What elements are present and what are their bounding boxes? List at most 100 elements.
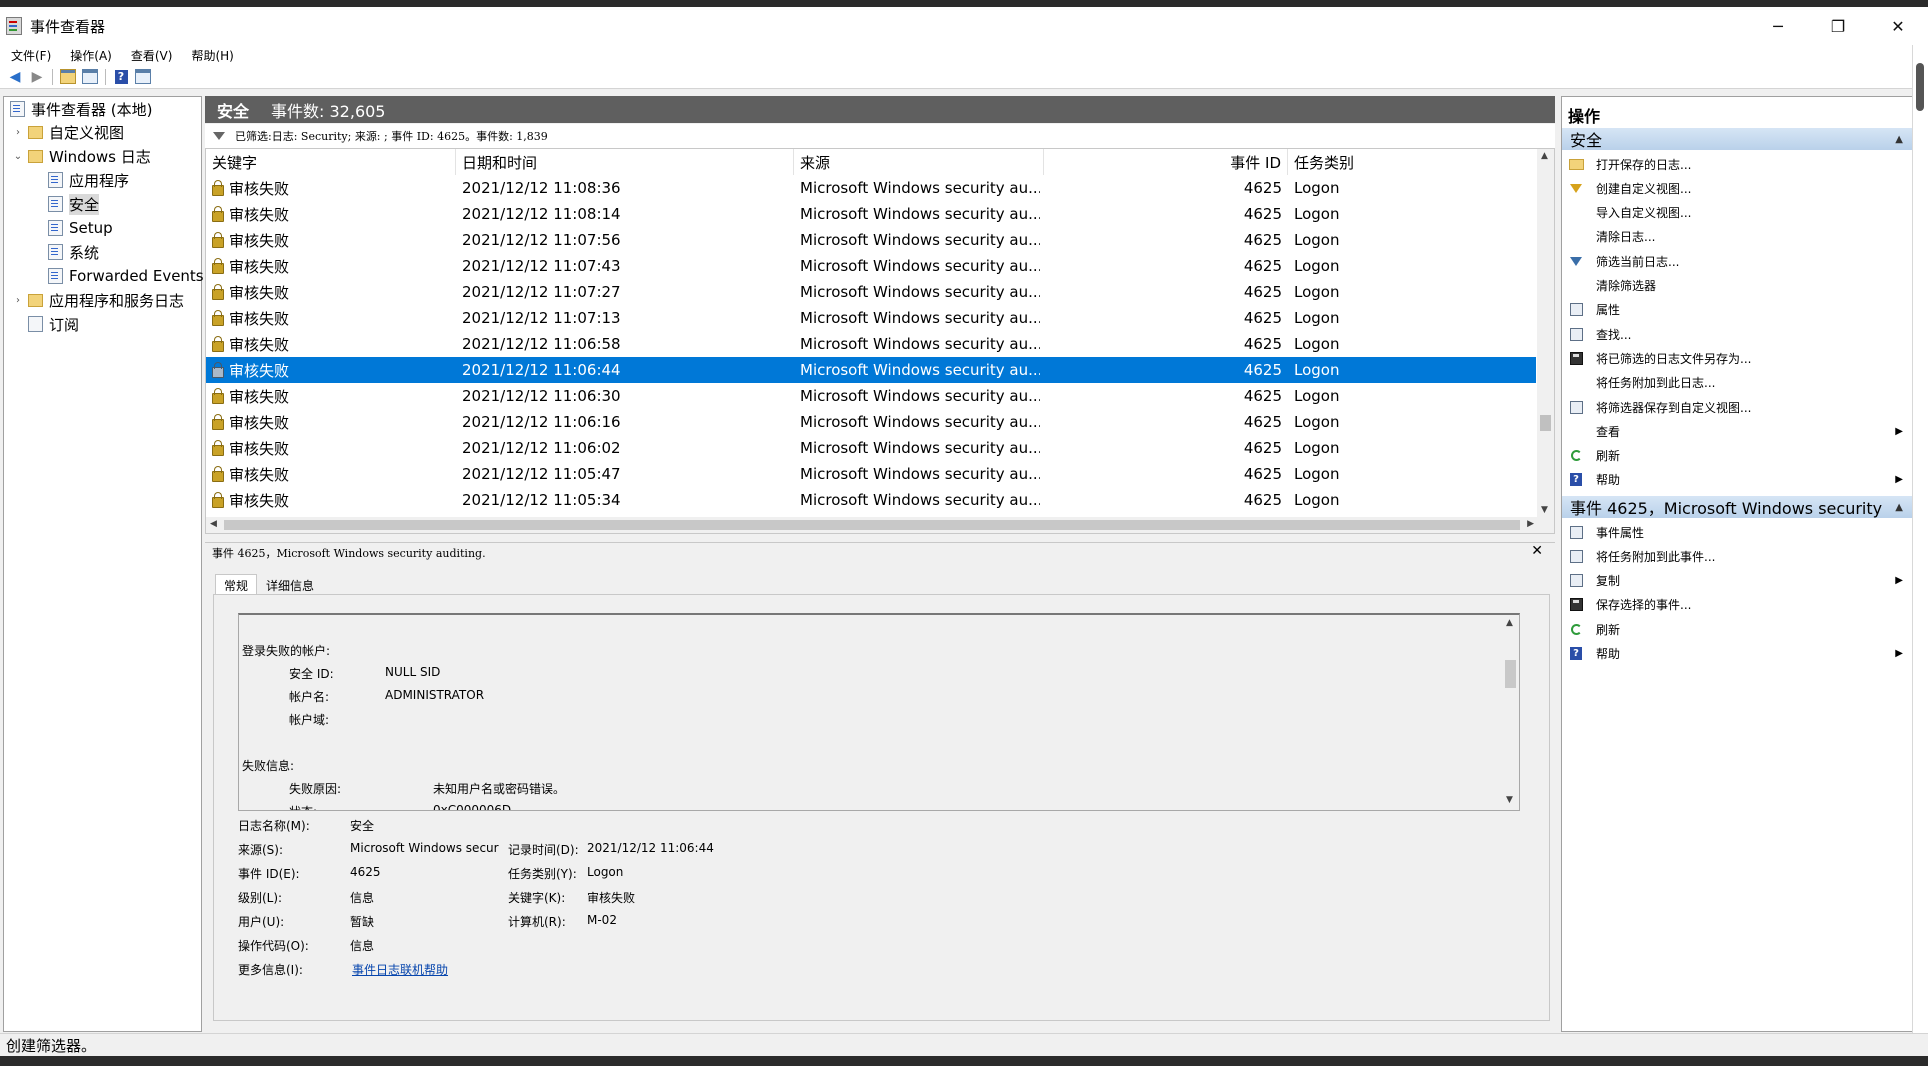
folder-icon [28,125,43,139]
action-item[interactable]: 查看 ▶ [1562,420,1913,442]
description-scrollbar[interactable]: ▲ ▼ [1502,615,1519,808]
scroll-thumb[interactable] [1916,63,1924,111]
action-label: 刷新 [1596,622,1621,637]
action-item[interactable]: ? 帮助 ▶ [1562,643,1913,665]
action-item[interactable]: 查找... [1562,323,1913,345]
expand-chevron-icon[interactable]: › [13,295,23,306]
action-item[interactable]: 将任务附加到此事件... [1562,545,1913,567]
minimize-button[interactable]: ─ [1748,7,1808,45]
tab-general[interactable]: 常规 [215,574,258,595]
cell-source: Microsoft Windows security au... [800,305,1040,331]
maximize-button[interactable]: ❐ [1808,7,1868,45]
tree-setup-log[interactable]: Setup [48,217,113,239]
action-item[interactable]: 创建自定义视图... [1562,177,1913,199]
close-detail-icon[interactable]: ✕ [1531,543,1543,559]
action-item[interactable]: 打开保存的日志... [1562,153,1913,175]
action-item[interactable]: 将已筛选的日志文件另存为... [1562,347,1913,369]
grid-vertical-scrollbar[interactable]: ▲ ▼ [1537,149,1554,517]
tree-system-log[interactable]: 系统 [48,241,99,263]
action-item[interactable]: 清除日志... [1562,226,1913,248]
column-header-source[interactable]: 来源 [794,149,1044,175]
scroll-thumb[interactable] [1505,660,1516,688]
action-item[interactable]: 事件属性 [1562,521,1913,543]
column-header-event-id[interactable]: 事件 ID [1044,149,1288,175]
scroll-right-arrow-icon[interactable]: ▶ [1527,519,1534,529]
action-item[interactable]: 将筛选器保存到自定义视图... [1562,396,1913,418]
table-row[interactable]: 审核失败 2021/12/12 11:05:47 Microsoft Windows… [206,461,1536,487]
tree-application-log[interactable]: 应用程序 [48,169,129,191]
tree-apps-services-logs[interactable]: 应用程序和服务日志 [28,289,184,311]
column-header-task-category[interactable]: 任务类别 [1288,149,1536,175]
action-label: 将任务附加到此事件... [1596,549,1716,564]
table-row[interactable]: 审核失败 2021/12/12 11:08:14 Microsoft Windows… [206,201,1536,227]
menu-help[interactable]: 帮助(H) [180,47,241,64]
action-item[interactable]: ? 帮助 ▶ [1562,469,1913,491]
back-arrow-icon[interactable]: ◀ [4,67,26,87]
outer-scrollbar[interactable] [1912,45,1928,1033]
actions-section-security[interactable]: 安全 ▲ [1562,128,1913,150]
table-row[interactable]: 审核失败 2021/12/12 11:08:36 Microsoft Windows… [206,175,1536,201]
column-header-keyword[interactable]: 关键字 [206,149,456,175]
column-header-datetime[interactable]: 日期和时间 [456,149,794,175]
actions-section-event[interactable]: 事件 4625，Microsoft Windows security au...… [1562,496,1913,518]
event-description-box[interactable]: 登录失败的帐户: 安全 ID: NULL SID 帐户名: ADMINISTRA… [238,613,1520,811]
expand-chevron-icon[interactable]: › [13,127,23,138]
scroll-left-arrow-icon[interactable]: ◀ [210,519,217,529]
scroll-down-arrow-icon[interactable]: ▼ [1506,795,1513,805]
table-row[interactable]: 审核失败 2021/12/12 11:07:56 Microsoft Windows… [206,227,1536,253]
opcode-value: 信息 [350,939,375,953]
table-row[interactable]: 审核失败 2021/12/12 11:07:27 Microsoft Windows… [206,279,1536,305]
help-icon[interactable]: ? [110,67,132,87]
table-row[interactable]: 审核失败 2021/12/12 11:07:13 Microsoft Windows… [206,305,1536,331]
tree-forwarded-events[interactable]: Forwarded Events [48,265,204,287]
online-help-link[interactable]: 事件日志联机帮助 [352,961,448,978]
show-hide-action-pane-icon[interactable] [132,67,154,87]
action-item[interactable]: 复制 ▶ [1562,570,1913,592]
action-item[interactable]: 清除筛选器 [1562,275,1913,297]
close-button[interactable]: ✕ [1868,7,1928,45]
tree-root[interactable]: 事件查看器 (本地) [10,98,152,120]
action-item[interactable]: 刷新 [1562,618,1913,640]
collapse-chevron-icon[interactable]: ⌄ [13,151,23,162]
table-row[interactable]: 审核失败 2021/12/12 11:06:16 Microsoft Windows… [206,409,1536,435]
table-row[interactable]: 审核失败 2021/12/12 11:06:58 Microsoft Windows… [206,331,1536,357]
scroll-up-arrow-icon[interactable]: ▲ [1506,618,1513,628]
detail-tabs: 常规 详细信息 [215,574,323,596]
action-item[interactable]: 刷新 [1562,445,1913,467]
tab-details[interactable]: 详细信息 [257,574,323,596]
action-item[interactable]: 保存选择的事件... [1562,594,1913,616]
menu-file[interactable]: 文件(F) [0,47,59,64]
show-hide-tree-icon[interactable] [79,67,101,87]
save-disk-icon [1568,350,1584,366]
scroll-down-arrow-icon[interactable]: ▼ [1541,505,1548,515]
scroll-thumb[interactable] [1540,415,1551,431]
table-row[interactable]: 审核失败 2021/12/12 11:06:02 Microsoft Windows… [206,435,1536,461]
event-viewer-icon [10,101,25,117]
action-item[interactable]: 筛选当前日志... [1562,250,1913,272]
cell-keyword: 审核失败 [212,461,452,487]
scroll-up-arrow-icon[interactable]: ▲ [1541,151,1548,161]
action-label: 创建自定义视图... [1596,181,1692,196]
collapse-caret-icon[interactable]: ▲ [1895,502,1903,513]
cell-task-category-text: Logon [1294,205,1340,223]
up-folder-icon[interactable] [57,67,79,87]
collapse-caret-icon[interactable]: ▲ [1895,134,1903,145]
grid-horizontal-scrollbar[interactable]: ◀ ▶ [206,517,1554,533]
tree-custom-views[interactable]: 自定义视图 [28,121,124,143]
tree-windows-logs[interactable]: Windows 日志 [28,145,151,167]
action-item[interactable]: 属性 [1562,299,1913,321]
scroll-thumb[interactable] [224,520,1520,530]
tree-subscriptions[interactable]: 订阅 [28,313,79,335]
action-item[interactable]: 将任务附加到此日志... [1562,372,1913,394]
forward-arrow-icon[interactable]: ▶ [26,67,48,87]
table-row[interactable]: 审核失败 2021/12/12 11:06:44 Microsoft Windows… [206,357,1536,383]
action-item[interactable]: 导入自定义视图... [1562,202,1913,224]
cell-datetime: 2021/12/12 11:05:47 [462,461,782,487]
table-row[interactable]: 审核失败 2021/12/12 11:07:43 Microsoft Windows… [206,253,1536,279]
cell-source-text: Microsoft Windows security au... [800,179,1040,197]
table-row[interactable]: 审核失败 2021/12/12 11:06:30 Microsoft Windows… [206,383,1536,409]
menu-view[interactable]: 查看(V) [120,47,181,64]
table-row[interactable]: 审核失败 2021/12/12 11:05:34 Microsoft Windows… [206,487,1536,513]
menu-action[interactable]: 操作(A) [59,47,120,64]
tree-security-log[interactable]: 安全 [48,193,100,215]
